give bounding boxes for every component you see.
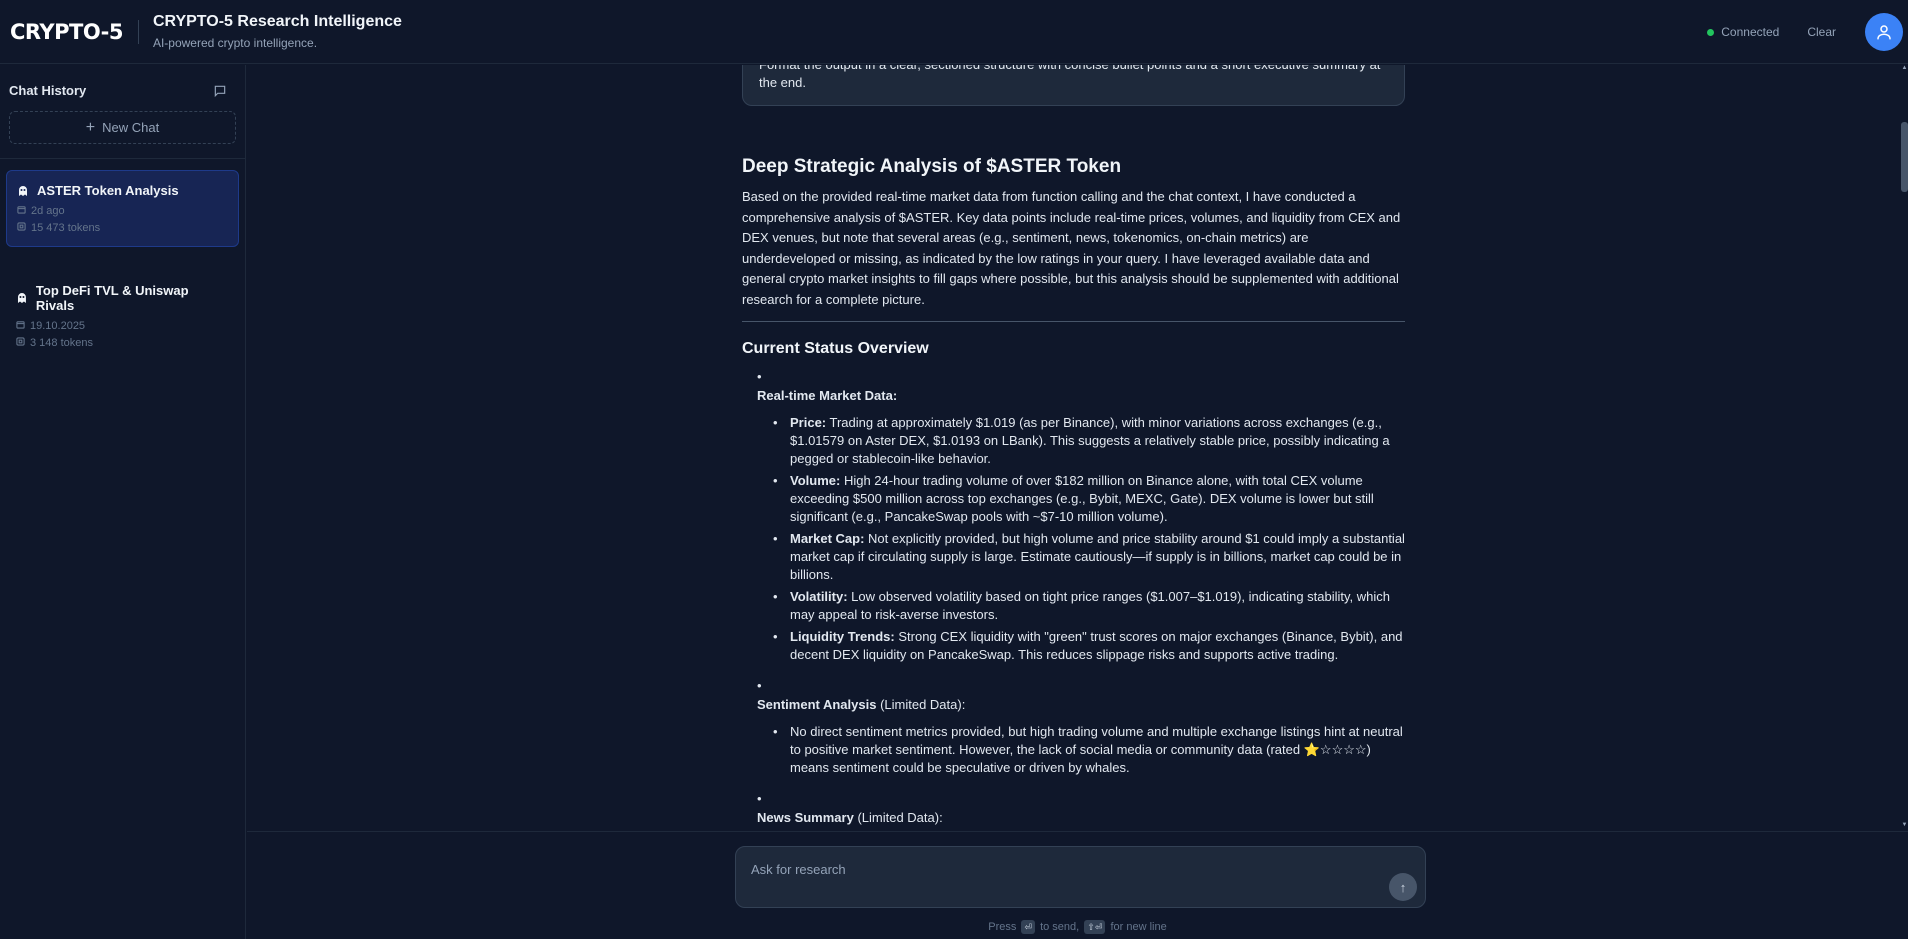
section-title: Sentiment Analysis (Limited Data): — [757, 697, 966, 712]
ghost-icon — [17, 293, 26, 303]
list-item: Volume: High 24-hour trading volume of o… — [771, 472, 1405, 526]
status-dot-icon — [1707, 28, 1715, 36]
new-chat-label: New Chat — [102, 120, 160, 135]
keyboard-hint: Press ⏎ to send, ⇧⏎ for new line — [988, 920, 1167, 934]
chat-history-item[interactable]: ASTER Token Analysis 2d ago 15 473 token… — [6, 170, 239, 247]
app-subtitle: AI-powered crypto intelligence. — [152, 36, 318, 50]
conversation-panel[interactable]: Format the output in a clear, sectioned … — [247, 65, 1901, 831]
chat-date: 19.10.2025 — [30, 320, 86, 332]
chat-tokens: 3 148 tokens — [30, 337, 93, 349]
section-heading: Current Status Overview — [742, 340, 929, 357]
chat-tokens: 15 473 tokens — [31, 222, 101, 234]
shift-enter-key-icon: ⇧⏎ — [1084, 920, 1106, 934]
user-avatar[interactable] — [1865, 13, 1903, 51]
scroll-down-arrow-icon[interactable]: ▼ — [1901, 822, 1908, 830]
chat-history-item[interactable]: Top DeFi TVL & Uniswap Rivals 19.10.2025… — [6, 271, 239, 361]
chat-date: 2d ago — [31, 205, 65, 217]
list-item: Market Cap: Not explicitly provided, but… — [771, 530, 1405, 584]
new-chat-button[interactable]: + New Chat — [9, 111, 236, 144]
calendar-icon — [17, 205, 26, 217]
user-message-text: Format the output in a clear, sectioned … — [759, 65, 1380, 90]
research-input[interactable]: Ask for research ↑ — [735, 846, 1426, 908]
token-icon — [16, 337, 25, 349]
bullet-list: Price: Trading at approximately $1.019 (… — [771, 414, 1405, 664]
chat-name: Top DeFi TVL & Uniswap Rivals — [35, 283, 189, 313]
chat-bubble-icon[interactable] — [213, 84, 227, 98]
section-title: News Summary (Limited Data): — [757, 810, 943, 825]
status-label: Connected — [1721, 25, 1780, 39]
app-header: CRYPTO-5 CRYPTO-5 Research Intelligence … — [0, 0, 1908, 64]
section-bullet: • — [757, 678, 762, 693]
input-placeholder: Ask for research — [751, 862, 846, 877]
header-actions: Connected Clear — [1707, 0, 1908, 64]
list-item: Volatility: Low observed volatility base… — [771, 588, 1405, 624]
header-divider — [137, 19, 139, 44]
user-message: Format the output in a clear, sectioned … — [742, 65, 1405, 106]
app-title: CRYPTO-5 Research Intelligence — [152, 13, 402, 30]
section-bullet: • — [757, 369, 762, 384]
send-button[interactable]: ↑ — [1389, 873, 1417, 901]
title-block: CRYPTO-5 Research Intelligence AI-powere… — [153, 13, 402, 50]
sidebar-title: Chat History — [9, 83, 87, 98]
sidebar-header: Chat History — [0, 65, 245, 98]
list-item: Price: Trading at approximately $1.019 (… — [771, 414, 1405, 468]
report-title: Deep Strategic Analysis of $ASTER Token — [742, 156, 1122, 177]
plus-icon: + — [85, 118, 96, 136]
chat-name: ASTER Token Analysis — [37, 183, 179, 198]
token-icon — [17, 222, 26, 234]
report-intro: Based on the provided real-time market d… — [742, 189, 1401, 307]
sidebar-divider — [0, 158, 245, 159]
scrollbar-thumb[interactable] — [1901, 122, 1908, 192]
enter-key-icon: ⏎ — [1021, 920, 1036, 934]
user-icon — [1877, 25, 1891, 40]
list-item: Liquidity Trends: Strong CEX liquidity w… — [771, 628, 1405, 664]
section-bullet: • — [757, 791, 762, 806]
ghost-icon — [19, 185, 27, 196]
list-item: No direct sentiment metrics provided, bu… — [771, 723, 1405, 777]
scroll-up-arrow-icon[interactable]: ▲ — [1901, 65, 1908, 73]
brand-logo[interactable]: CRYPTO-5 — [0, 20, 123, 44]
bullet-list: No direct sentiment metrics provided, bu… — [771, 723, 1405, 777]
section-divider — [742, 321, 1405, 322]
composer-area: Ask for research ↑ Press ⏎ to send, ⇧⏎ f… — [247, 831, 1908, 939]
clear-button[interactable]: Clear — [1807, 25, 1836, 39]
assistant-message: Deep Strategic Analysis of $ASTER Token … — [742, 156, 1405, 831]
arrow-up-icon: ↑ — [1399, 879, 1407, 895]
sidebar: Chat History + New Chat ASTER Token Anal… — [0, 65, 246, 939]
section-title: Real-time Market Data: — [757, 388, 898, 403]
connection-status: Connected — [1707, 25, 1779, 39]
calendar-icon — [16, 320, 25, 332]
